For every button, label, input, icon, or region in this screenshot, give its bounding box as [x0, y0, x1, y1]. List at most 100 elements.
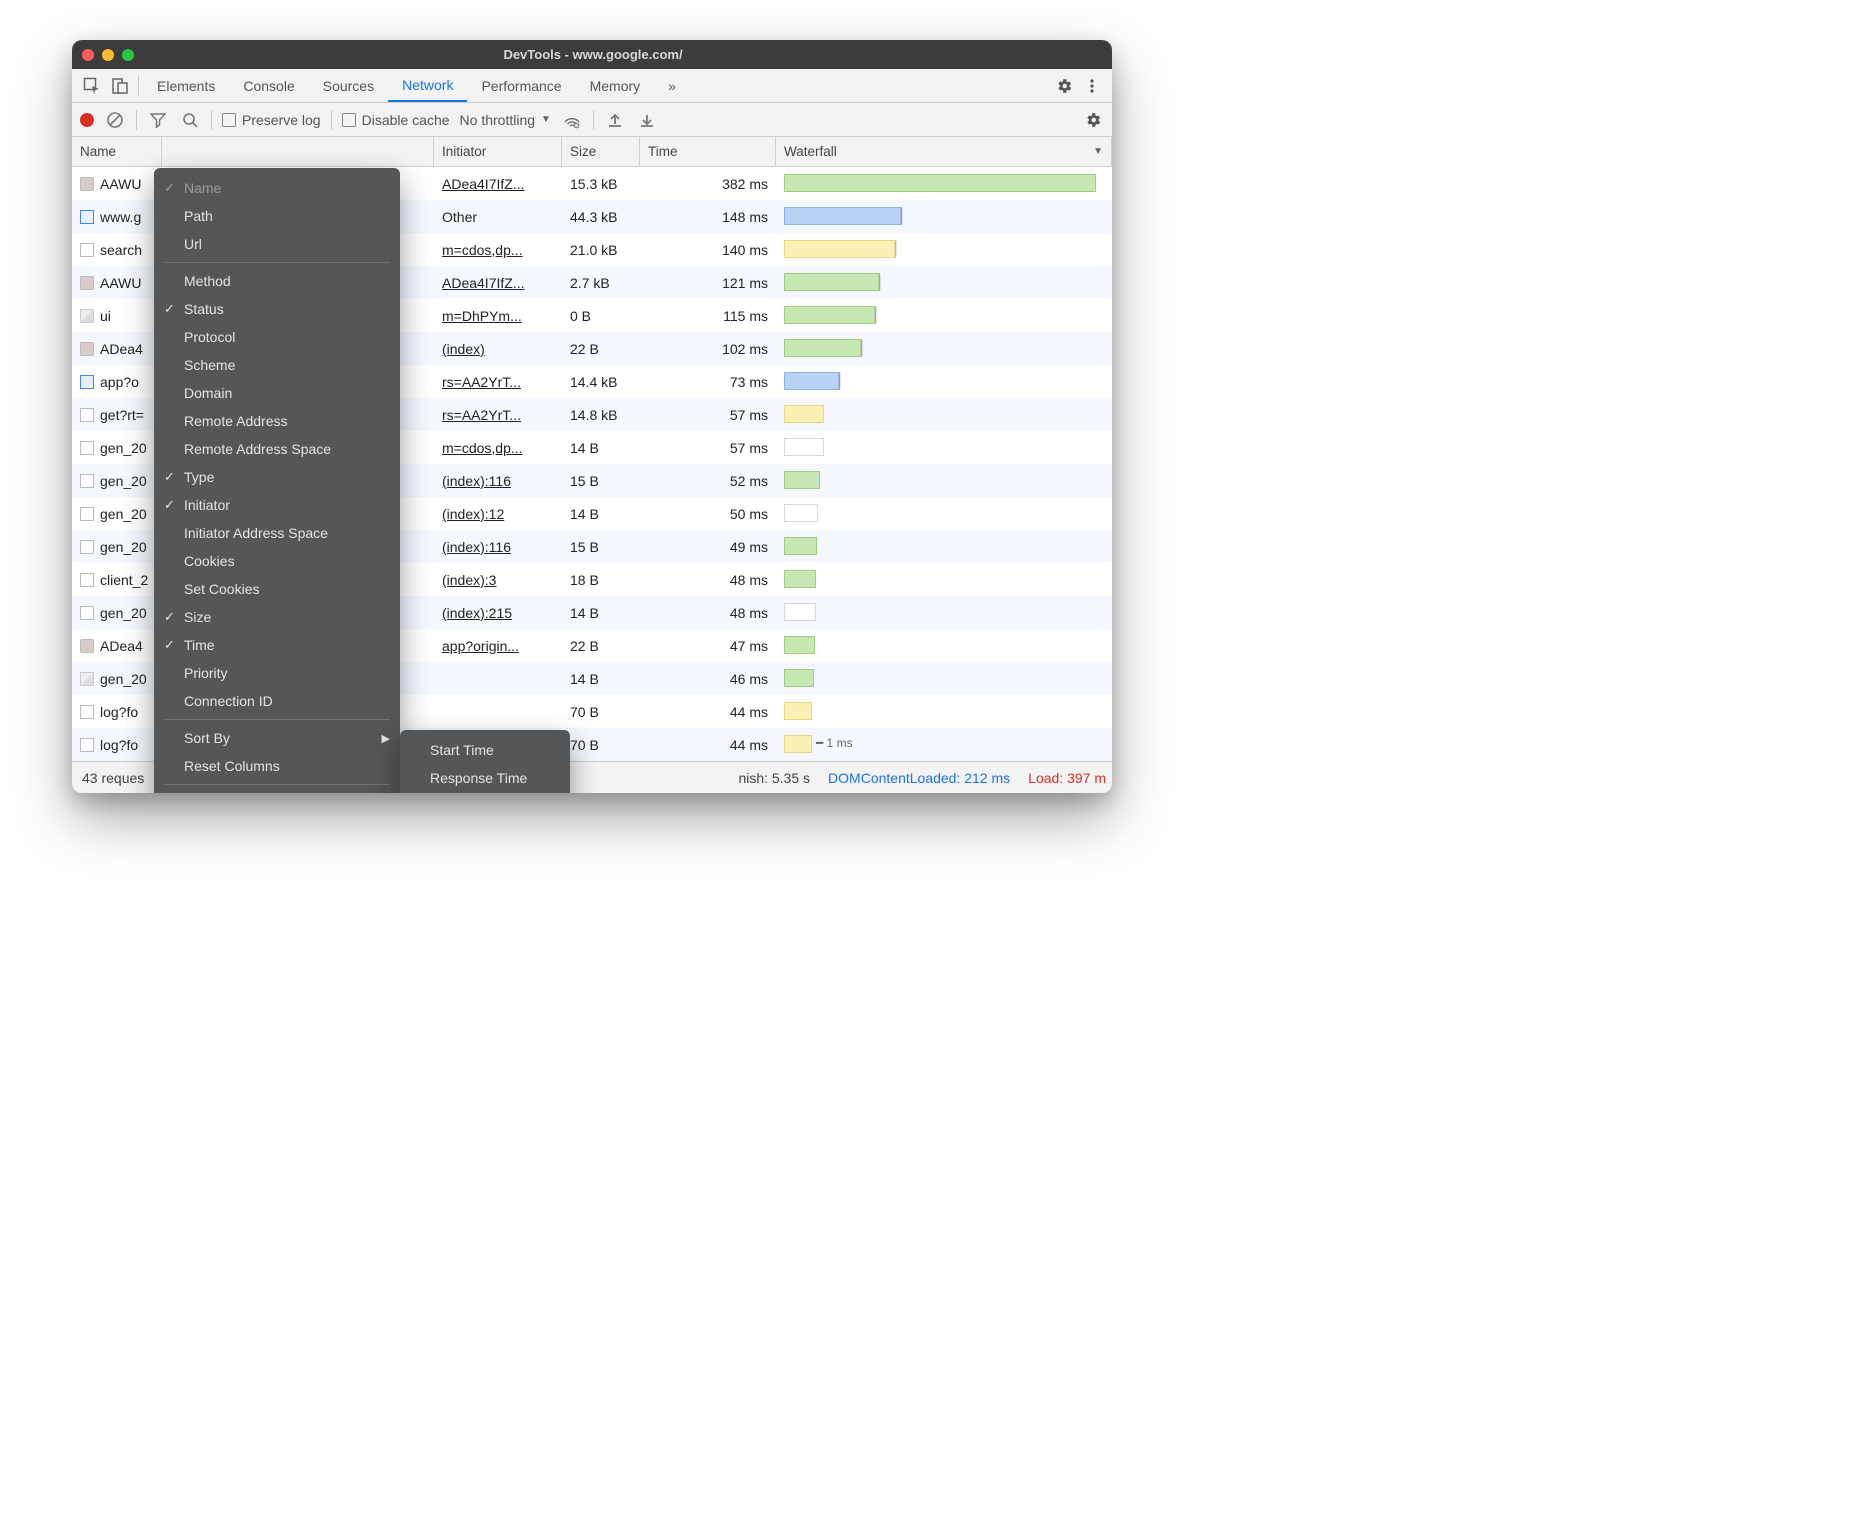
submenu-item-end-time[interactable]: End Time	[400, 792, 570, 793]
size-cell: 15 B	[562, 530, 640, 563]
preserve-log-checkbox[interactable]: Preserve log	[222, 112, 321, 128]
initiator-cell[interactable]: (index):12	[434, 497, 562, 530]
menu-item-status[interactable]: ✓Status	[154, 295, 400, 323]
devtools-window: DevTools - www.google.com/ ElementsConso…	[72, 40, 1112, 793]
size-cell: 70 B	[562, 728, 640, 761]
network-conditions-icon[interactable]	[561, 109, 583, 131]
tab-network[interactable]: Network	[388, 69, 467, 102]
tab-console[interactable]: Console	[229, 69, 308, 102]
waterfall-cell	[776, 563, 1112, 596]
tab-memory[interactable]: Memory	[576, 69, 655, 102]
menu-item-initiator[interactable]: ✓Initiator	[154, 491, 400, 519]
initiator-cell[interactable]: Other	[434, 200, 562, 233]
menu-item-initiator-address-space[interactable]: Initiator Address Space	[154, 519, 400, 547]
request-name: AAWU	[100, 275, 141, 291]
menu-item-scheme[interactable]: Scheme	[154, 351, 400, 379]
initiator-cell[interactable]: rs=AA2YrT...	[434, 398, 562, 431]
menu-item-response-headers[interactable]: Response Headers▶	[154, 789, 400, 793]
initiator-cell[interactable]	[434, 662, 562, 695]
time-cell: 57 ms	[640, 398, 776, 431]
network-settings-gear-icon[interactable]	[1082, 109, 1104, 131]
header-waterfall[interactable]: Waterfall▼	[776, 137, 1112, 166]
menu-item-set-cookies[interactable]: Set Cookies	[154, 575, 400, 603]
doc-icon	[80, 375, 94, 389]
time-cell: 102 ms	[640, 332, 776, 365]
header-name[interactable]: Name	[72, 137, 162, 166]
minimize-icon[interactable]	[102, 49, 114, 61]
time-cell: 44 ms	[640, 695, 776, 728]
time-cell: 47 ms	[640, 629, 776, 662]
initiator-cell[interactable]: app?origin...	[434, 629, 562, 662]
disable-cache-checkbox[interactable]: Disable cache	[342, 112, 450, 128]
device-toggle-icon[interactable]	[106, 69, 134, 102]
time-cell: 48 ms	[640, 596, 776, 629]
download-har-icon[interactable]	[636, 109, 658, 131]
request-name: ADea4	[100, 341, 143, 357]
initiator-cell[interactable]: ADea4I7IfZ...	[434, 167, 562, 200]
status-load: Load: 397 m	[1028, 770, 1106, 786]
menu-item-priority[interactable]: Priority	[154, 659, 400, 687]
tab-elements[interactable]: Elements	[143, 69, 229, 102]
menu-item-name[interactable]: ✓Name	[154, 174, 400, 202]
initiator-cell[interactable]: (index):3	[434, 563, 562, 596]
menu-item-remote-address-space[interactable]: Remote Address Space	[154, 435, 400, 463]
size-cell: 22 B	[562, 332, 640, 365]
preserve-log-label: Preserve log	[242, 112, 321, 128]
menu-item-remote-address[interactable]: Remote Address	[154, 407, 400, 435]
menu-item-method[interactable]: Method	[154, 267, 400, 295]
header-time[interactable]: Time	[640, 137, 776, 166]
initiator-cell[interactable]: m=cdos,dp...	[434, 431, 562, 464]
menu-item-url[interactable]: Url	[154, 230, 400, 258]
settings-gear-icon[interactable]	[1050, 69, 1078, 102]
waterfall-cell	[776, 662, 1112, 695]
initiator-cell[interactable]: m=cdos,dp...	[434, 233, 562, 266]
tab-performance[interactable]: Performance	[467, 69, 575, 102]
tab-sources[interactable]: Sources	[309, 69, 388, 102]
file-icon	[80, 573, 94, 587]
initiator-cell[interactable]: (index):215	[434, 596, 562, 629]
filter-icon[interactable]	[147, 109, 169, 131]
record-button[interactable]	[80, 113, 94, 127]
initiator-cell[interactable]: rs=AA2YrT...	[434, 365, 562, 398]
menu-item-reset-columns[interactable]: Reset Columns	[154, 752, 400, 780]
menu-item-connection-id[interactable]: Connection ID	[154, 687, 400, 715]
more-tabs-button[interactable]: »	[654, 69, 690, 102]
initiator-cell[interactable]: (index):116	[434, 464, 562, 497]
menu-item-protocol[interactable]: Protocol	[154, 323, 400, 351]
waterfall-cell	[776, 695, 1112, 728]
time-cell: 57 ms	[640, 431, 776, 464]
initiator-cell[interactable]	[434, 695, 562, 728]
file-icon	[80, 540, 94, 554]
size-cell: 15.3 kB	[562, 167, 640, 200]
menu-item-type[interactable]: ✓Type	[154, 463, 400, 491]
request-name: gen_20	[100, 440, 147, 456]
menu-item-size[interactable]: ✓Size	[154, 603, 400, 631]
menu-item-path[interactable]: Path	[154, 202, 400, 230]
header-initiator[interactable]: Initiator	[434, 137, 562, 166]
menu-item-domain[interactable]: Domain	[154, 379, 400, 407]
maximize-icon[interactable]	[122, 49, 134, 61]
request-name: gen_20	[100, 539, 147, 555]
submenu-item-start-time[interactable]: Start Time	[400, 736, 570, 764]
initiator-cell[interactable]: ADea4I7IfZ...	[434, 266, 562, 299]
waterfall-submenu[interactable]: Start TimeResponse TimeEnd Time✓Total Du…	[400, 730, 570, 793]
throttling-dropdown[interactable]: No throttling ▼	[460, 112, 551, 128]
initiator-cell[interactable]: (index)	[434, 332, 562, 365]
menu-item-cookies[interactable]: Cookies	[154, 547, 400, 575]
kebab-menu-icon[interactable]	[1078, 69, 1106, 102]
menu-item-time[interactable]: ✓Time	[154, 631, 400, 659]
search-icon[interactable]	[179, 109, 201, 131]
file-icon	[80, 705, 94, 719]
initiator-cell[interactable]: (index):116	[434, 530, 562, 563]
header-size[interactable]: Size	[562, 137, 640, 166]
request-name: log?fo	[100, 737, 138, 753]
initiator-cell[interactable]: m=DhPYm...	[434, 299, 562, 332]
upload-har-icon[interactable]	[604, 109, 626, 131]
columns-context-menu[interactable]: ✓NamePathUrl Method✓StatusProtocolSchemeD…	[154, 168, 400, 793]
inspect-icon[interactable]	[78, 69, 106, 102]
submenu-item-response-time[interactable]: Response Time	[400, 764, 570, 792]
menu-item-sort-by[interactable]: Sort By▶	[154, 724, 400, 752]
time-cell: 46 ms	[640, 662, 776, 695]
clear-icon[interactable]	[104, 109, 126, 131]
close-icon[interactable]	[82, 49, 94, 61]
